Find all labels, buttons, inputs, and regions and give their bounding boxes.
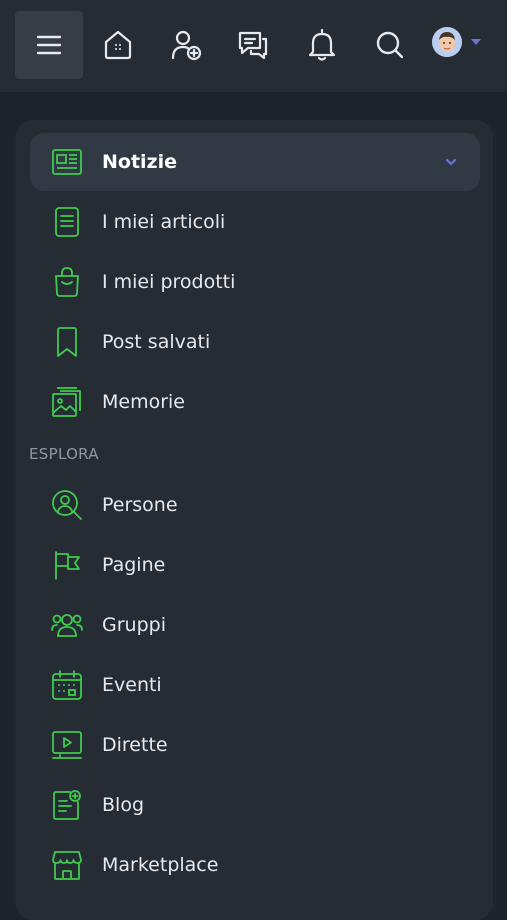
messages-button[interactable]: [219, 11, 287, 79]
add-friend-icon: [171, 30, 202, 61]
profile-menu[interactable]: [432, 27, 481, 57]
sidebar-item-i-miei-prodotti[interactable]: I miei prodotti: [30, 253, 480, 311]
sidebar-item-label: I miei articoli: [102, 211, 226, 233]
sidebar-item-blog[interactable]: Blog: [30, 776, 480, 834]
sidebar-menu: Notizie I miei articoli I miei prodotti …: [15, 120, 493, 920]
sidebar-item-label: Gruppi: [102, 614, 166, 636]
sidebar-item-eventi[interactable]: Eventi: [30, 656, 480, 714]
sidebar-item-label: Pagine: [102, 554, 166, 576]
top-navigation-bar: [0, 0, 507, 93]
add-friend-button[interactable]: [152, 11, 220, 79]
sidebar-item-memorie[interactable]: Memorie: [30, 373, 480, 431]
sidebar-item-i-miei-articoli[interactable]: I miei articoli: [30, 193, 480, 251]
messages-icon: [238, 31, 268, 60]
sidebar-item-label: Notizie: [102, 151, 178, 173]
sidebar-item-label: Blog: [102, 794, 144, 816]
sidebar-item-label: I miei prodotti: [102, 271, 236, 293]
live-video-icon: [50, 728, 84, 762]
photos-icon: [50, 385, 84, 419]
users-icon: [50, 608, 84, 642]
blog-icon: [50, 788, 84, 822]
sidebar-item-label: Persone: [102, 494, 178, 516]
shopping-bag-icon: [50, 265, 84, 299]
section-heading-esplora: ESPLORA: [29, 445, 99, 463]
sidebar-item-marketplace[interactable]: Marketplace: [30, 836, 480, 894]
menu-icon: [36, 35, 62, 55]
document-icon: [50, 205, 84, 239]
chevron-down-icon[interactable]: [471, 39, 481, 45]
sidebar-item-pagine[interactable]: Pagine: [30, 536, 480, 594]
sidebar-item-label: Marketplace: [102, 854, 219, 876]
search-icon: [376, 31, 404, 59]
notifications-button[interactable]: [288, 11, 356, 79]
home-icon: [104, 30, 132, 60]
chevron-down-icon[interactable]: [444, 155, 458, 169]
sidebar-item-label: Post salvati: [102, 331, 211, 353]
sidebar-item-dirette[interactable]: Dirette: [30, 716, 480, 774]
sidebar-item-persone[interactable]: Persone: [30, 476, 480, 534]
bookmark-icon: [50, 325, 84, 359]
menu-button[interactable]: [15, 11, 83, 79]
calendar-icon: [50, 668, 84, 702]
sidebar-item-gruppi[interactable]: Gruppi: [30, 596, 480, 654]
flag-icon: [50, 548, 84, 582]
home-button[interactable]: [84, 11, 152, 79]
sidebar-item-notizie[interactable]: Notizie: [30, 133, 480, 191]
user-search-icon: [50, 488, 84, 522]
sidebar-item-label: Memorie: [102, 391, 185, 413]
sidebar-item-label: Eventi: [102, 674, 162, 696]
bell-icon: [308, 28, 336, 61]
avatar[interactable]: [432, 27, 462, 57]
search-button[interactable]: [356, 11, 424, 79]
store-icon: [50, 848, 84, 882]
sidebar-item-post-salvati[interactable]: Post salvati: [30, 313, 480, 371]
newspaper-icon: [50, 145, 84, 179]
sidebar-item-label: Dirette: [102, 734, 168, 756]
